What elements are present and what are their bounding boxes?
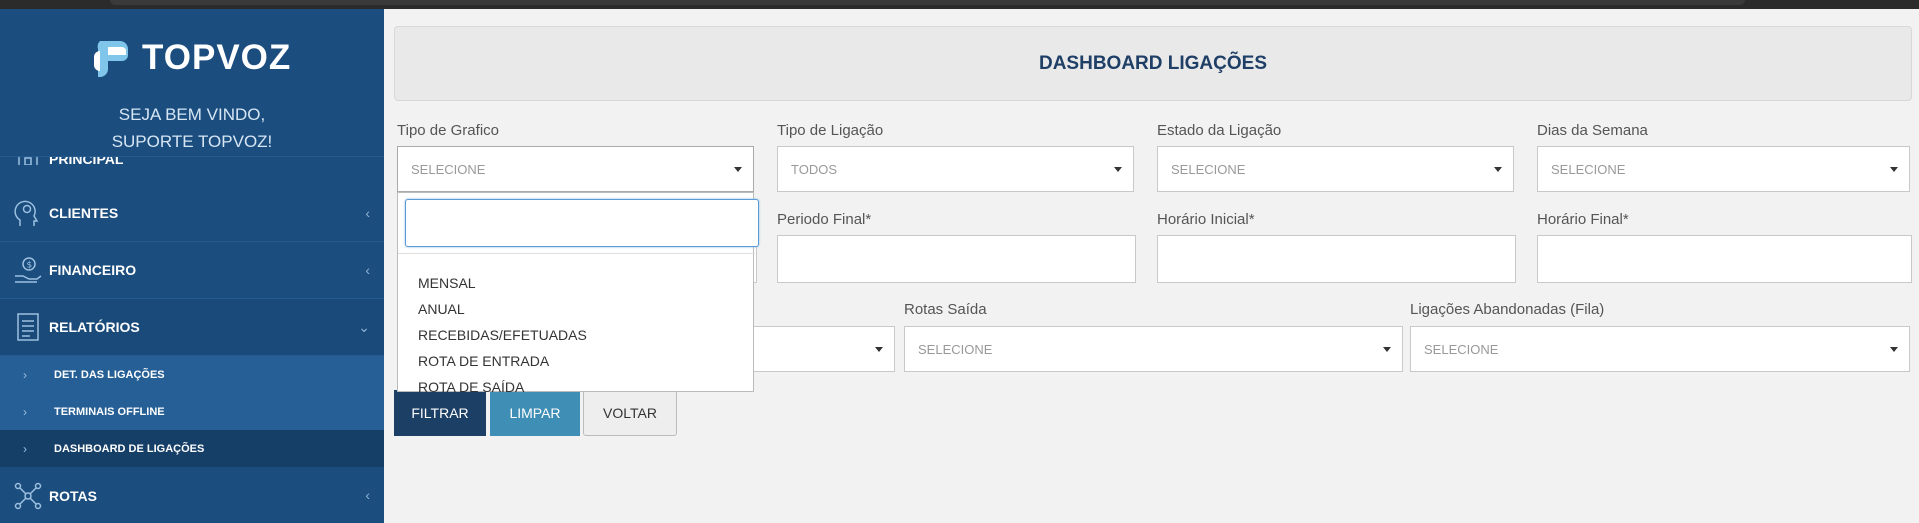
- dropdown-option-anual[interactable]: ANUAL: [418, 301, 465, 317]
- caret-down-icon: [734, 167, 742, 172]
- head-gears-icon: [12, 197, 44, 229]
- main-content: DASHBOARD LIGAÇÕES Tipo de Grafico SELEC…: [384, 9, 1919, 523]
- chevron-right-icon: ›: [23, 367, 27, 382]
- submenu-item-label: TERMINAIS OFFLINE: [54, 405, 165, 418]
- select-value: SELECIONE: [411, 162, 486, 177]
- estado-ligacao-label: Estado da Ligação: [1157, 122, 1282, 139]
- ligacoes-abandonadas-label: Ligações Abandonadas (Fila): [1410, 301, 1605, 318]
- voltar-button[interactable]: VOLTAR: [583, 390, 677, 436]
- tipo-grafico-select[interactable]: SELECIONE: [397, 146, 754, 192]
- sidebar-item-rotas[interactable]: ROTAS ‹: [0, 467, 384, 523]
- network-icon: [12, 480, 44, 512]
- caret-down-icon: [1890, 167, 1898, 172]
- horario-inicial-input[interactable]: [1157, 235, 1516, 283]
- caret-down-icon: [875, 347, 883, 352]
- welcome-line-2: SUPORTE TOPVOZ!: [111, 132, 273, 151]
- dropdown-option-rota-saida[interactable]: ROTA DE SAÍDA: [418, 379, 524, 395]
- sidebar-item-label: FINANCEIRO: [49, 262, 137, 278]
- select-value: SELECIONE: [918, 342, 993, 357]
- rotas-saida-label: Rotas Saída: [904, 301, 987, 318]
- dias-semana-select[interactable]: SELECIONE: [1537, 146, 1910, 192]
- horario-inicial-label: Horário Inicial*: [1157, 211, 1255, 228]
- periodo-final-label: Periodo Final*: [777, 211, 872, 228]
- rotas-saida-select[interactable]: SELECIONE: [904, 326, 1403, 372]
- submenu-item-det-ligacoes[interactable]: › DET. DAS LIGAÇÕES: [0, 356, 384, 393]
- tipo-grafico-dropdown: MENSAL ANUAL RECEBIDAS/EFETUADAS ROTA DE…: [397, 192, 759, 395]
- tipo-ligacao-label: Tipo de Ligação: [777, 122, 884, 139]
- welcome-message: SEJA BEM VINDO, SUPORTE TOPVOZ!: [0, 101, 384, 155]
- chevron-left-icon: ‹: [365, 205, 370, 221]
- browser-tab-strip: [110, 0, 1745, 5]
- submenu-item-label: DASHBOARD DE LIGAÇÕES: [54, 442, 205, 455]
- sidebar-item-clientes[interactable]: CLIENTES ‹: [0, 185, 384, 242]
- dropdown-option-recebidas-efetuadas[interactable]: RECEBIDAS/EFETUADAS: [418, 327, 587, 343]
- dropdown-search-input[interactable]: [405, 199, 759, 247]
- dropdown-option-mensal[interactable]: MENSAL: [418, 275, 476, 291]
- sidebar-item-label: CLIENTES: [49, 205, 119, 221]
- welcome-line-1: SEJA BEM VINDO,: [118, 105, 266, 124]
- chevron-left-icon: ‹: [365, 262, 370, 278]
- logo-text: TOPVOZ: [142, 38, 292, 77]
- chevron-right-icon: ›: [23, 441, 27, 456]
- select-value: TODOS: [791, 162, 837, 177]
- caret-down-icon: [1383, 347, 1391, 352]
- select-value: SELECIONE: [1171, 162, 1246, 177]
- sidebar-item-relatorios[interactable]: RELATÓRIOS ⌄: [0, 299, 384, 356]
- limpar-button[interactable]: LIMPAR: [490, 390, 580, 436]
- tipo-ligacao-select[interactable]: TODOS: [777, 146, 1134, 192]
- sidebar: TOPVOZ SEJA BEM VINDO, SUPORTE TOPVOZ! P…: [0, 9, 384, 523]
- report-icon: [12, 311, 44, 343]
- svg-text:$: $: [27, 261, 33, 271]
- sidebar-item-label: ROTAS: [49, 487, 97, 504]
- filtrar-button[interactable]: FILTRAR: [394, 390, 486, 436]
- select-value: SELECIONE: [1551, 162, 1626, 177]
- horario-final-label: Horário Final*: [1537, 211, 1629, 228]
- dropdown-divider: [398, 253, 755, 254]
- browser-top-bar: [0, 0, 1919, 9]
- chevron-down-icon: ⌄: [358, 319, 370, 335]
- caret-down-icon: [1890, 347, 1898, 352]
- chevron-right-icon: ›: [23, 404, 27, 419]
- brand-header: TOPVOZ SEJA BEM VINDO, SUPORTE TOPVOZ!: [0, 9, 384, 157]
- ligacoes-abandonadas-select[interactable]: SELECIONE: [1410, 326, 1910, 372]
- submenu-item-dashboard-ligacoes[interactable]: › DASHBOARD DE LIGAÇÕES: [0, 430, 384, 467]
- estado-ligacao-select[interactable]: SELECIONE: [1157, 146, 1514, 192]
- caret-down-icon: [1494, 167, 1502, 172]
- sidebar-item-financeiro[interactable]: $ FINANCEIRO ‹: [0, 242, 384, 299]
- dias-semana-label: Dias da Semana: [1537, 122, 1648, 139]
- select-value: SELECIONE: [1424, 342, 1499, 357]
- hand-money-icon: $: [12, 254, 44, 286]
- logo: TOPVOZ: [86, 33, 291, 83]
- sidebar-item-label: RELATÓRIOS: [49, 319, 140, 335]
- tipo-grafico-label: Tipo de Grafico: [397, 122, 499, 139]
- dropdown-option-rota-entrada[interactable]: ROTA DE ENTRADA: [418, 353, 549, 369]
- page-header: DASHBOARD LIGAÇÕES: [394, 26, 1912, 101]
- horario-final-input[interactable]: [1537, 235, 1912, 283]
- submenu-item-terminais-offline[interactable]: › TERMINAIS OFFLINE: [0, 393, 384, 430]
- submenu-item-label: DET. DAS LIGAÇÕES: [54, 368, 165, 381]
- caret-down-icon: [1114, 167, 1122, 172]
- chevron-left-icon: ‹: [365, 487, 370, 503]
- topvoz-logo-icon: [86, 33, 136, 83]
- page-title: DASHBOARD LIGAÇÕES: [1038, 52, 1267, 74]
- periodo-final-input[interactable]: [777, 235, 1136, 283]
